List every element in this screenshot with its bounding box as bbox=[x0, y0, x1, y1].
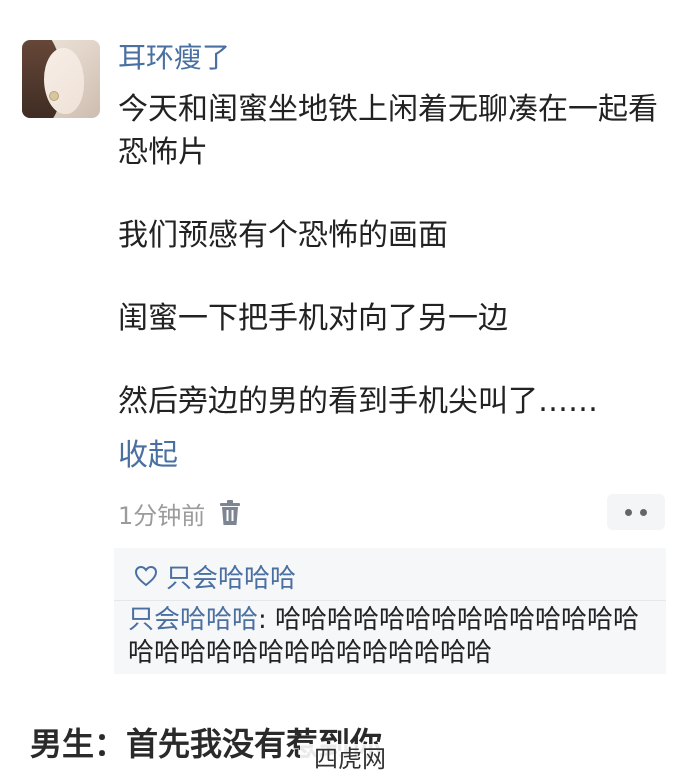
reply-author[interactable]: 只会哈哈哈 bbox=[128, 605, 258, 635]
reply-divider bbox=[114, 600, 666, 601]
post-content: 今天和闺蜜坐地铁上闲着无聊凑在一起看恐怖片 我们预感有个恐怖的画面 闺蜜一下把手… bbox=[118, 88, 678, 423]
username[interactable]: 耳环瘦了 bbox=[118, 40, 230, 76]
collapse-link[interactable]: 收起 bbox=[118, 436, 178, 476]
reply-item[interactable]: 只会哈哈哈: 哈哈哈哈哈哈哈哈哈哈哈哈哈哈哈哈哈哈哈哈哈哈哈哈哈哈哈哈 bbox=[128, 604, 658, 670]
more-icon-dot bbox=[640, 508, 647, 516]
heart-icon bbox=[134, 565, 158, 587]
watermark: 四虎网 bbox=[300, 744, 400, 774]
content-line-4: 然后旁边的男的看到手机尖叫了…… bbox=[118, 384, 598, 419]
like-row[interactable]: 只会哈哈哈 bbox=[134, 558, 296, 594]
avatar[interactable] bbox=[22, 40, 100, 118]
more-button[interactable] bbox=[607, 494, 665, 530]
avatar-face bbox=[44, 48, 84, 114]
reply-box: 只会哈哈哈 只会哈哈哈: 哈哈哈哈哈哈哈哈哈哈哈哈哈哈哈哈哈哈哈哈哈哈哈哈哈哈哈… bbox=[114, 548, 666, 674]
post-meta: 1分钟前 bbox=[118, 496, 241, 530]
timestamp: 1分钟前 bbox=[118, 501, 206, 530]
trash-icon[interactable] bbox=[219, 500, 241, 526]
content-line-3: 闺蜜一下把手机对向了另一边 bbox=[118, 301, 508, 336]
reply-separator: : bbox=[258, 605, 276, 635]
content-line-2: 我们预感有个恐怖的画面 bbox=[118, 218, 448, 253]
more-icon-dot bbox=[625, 508, 632, 516]
content-line-1: 今天和闺蜜坐地铁上闲着无聊凑在一起看恐怖片 bbox=[118, 92, 658, 170]
liked-by-name[interactable]: 只会哈哈哈 bbox=[166, 558, 296, 595]
avatar-earring bbox=[50, 92, 58, 100]
